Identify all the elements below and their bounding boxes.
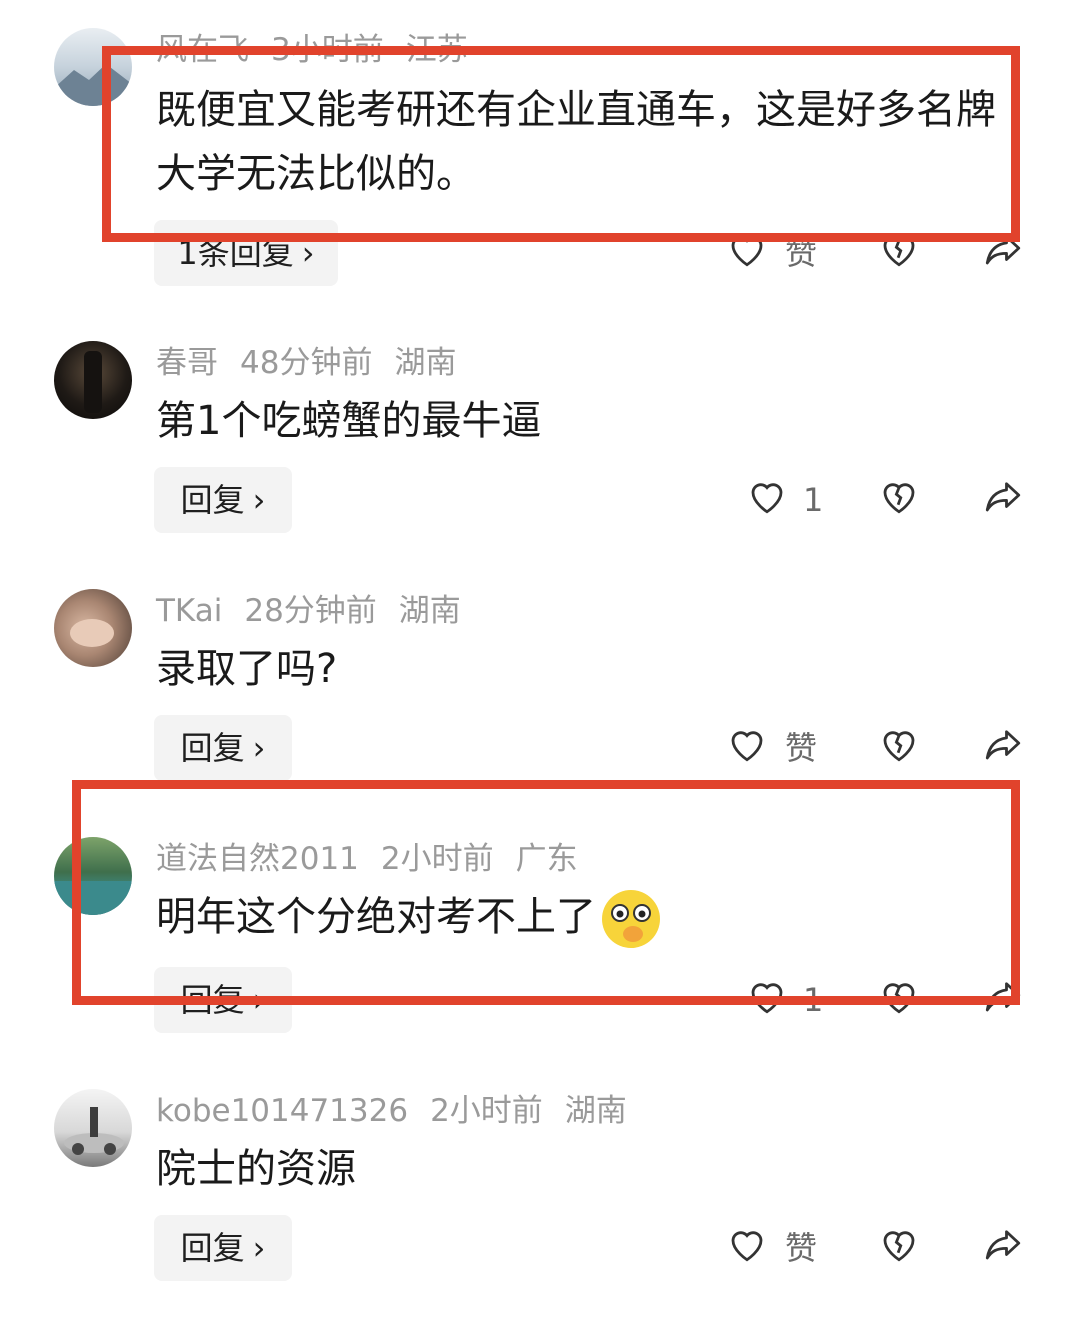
timestamp: 48分钟前 <box>240 345 373 381</box>
share-button[interactable] <box>982 1223 1024 1273</box>
like-count: 1 <box>803 481 824 519</box>
like-button[interactable] <box>726 723 768 773</box>
username[interactable]: TKai <box>156 593 222 629</box>
dislike-button[interactable] <box>878 723 920 773</box>
reply-button[interactable]: 回复 › <box>154 1215 292 1281</box>
region: 湖南 <box>564 1093 627 1129</box>
share-arrow-icon <box>985 1230 1021 1260</box>
heart-outline-icon <box>731 731 763 762</box>
share-arrow-icon <box>985 730 1021 760</box>
timestamp: 2小时前 <box>430 1093 543 1129</box>
broken-heart-icon <box>883 731 915 762</box>
person-silhouette-image <box>84 351 102 413</box>
reply-label: 回复 <box>180 729 245 767</box>
avatar[interactable] <box>54 589 132 667</box>
reply-button[interactable]: 回复 › <box>154 467 292 533</box>
comment-meta: kobe101471326 2小时前 湖南 <box>156 1091 649 1131</box>
chevron-right-icon: › <box>252 1229 266 1267</box>
like-button[interactable] <box>726 1223 768 1273</box>
comment-text: 录取了吗? <box>156 646 338 692</box>
username[interactable]: 春哥 <box>156 345 218 381</box>
like-count: 赞 <box>785 729 818 767</box>
username[interactable]: kobe101471326 <box>156 1093 408 1129</box>
dislike-button[interactable] <box>878 475 920 525</box>
heart-outline-icon <box>751 483 783 514</box>
car-photo-image <box>64 1107 124 1155</box>
comment-text: 院士的资源 <box>156 1146 356 1192</box>
reply-label: 回复 <box>180 1229 245 1267</box>
highlight-box-1 <box>102 46 1020 242</box>
region: 湖南 <box>398 593 461 629</box>
reply-button[interactable]: 回复 › <box>154 715 292 781</box>
avatar[interactable] <box>54 1089 132 1167</box>
broken-heart-icon <box>883 483 915 514</box>
comment-meta: TKai 28分钟前 湖南 <box>156 591 483 631</box>
share-arrow-icon <box>985 482 1021 512</box>
chevron-right-icon: › <box>252 729 266 767</box>
like-count: 赞 <box>785 1229 818 1267</box>
highlight-box-2 <box>72 780 1020 1005</box>
heart-outline-icon <box>731 1231 763 1262</box>
comment-text: 第1个吃螃蟹的最牛逼 <box>156 398 542 444</box>
like-button[interactable] <box>746 475 788 525</box>
region: 湖南 <box>394 345 457 381</box>
hands-photo-image <box>70 619 114 647</box>
dislike-button[interactable] <box>878 1223 920 1273</box>
chevron-right-icon: › <box>252 481 266 519</box>
avatar[interactable] <box>54 341 132 419</box>
reply-label: 回复 <box>180 481 245 519</box>
comment-meta: 春哥 48分钟前 湖南 <box>156 343 478 383</box>
share-button[interactable] <box>982 723 1024 773</box>
share-button[interactable] <box>982 475 1024 525</box>
timestamp: 28分钟前 <box>244 593 377 629</box>
broken-heart-icon <box>883 1231 915 1262</box>
